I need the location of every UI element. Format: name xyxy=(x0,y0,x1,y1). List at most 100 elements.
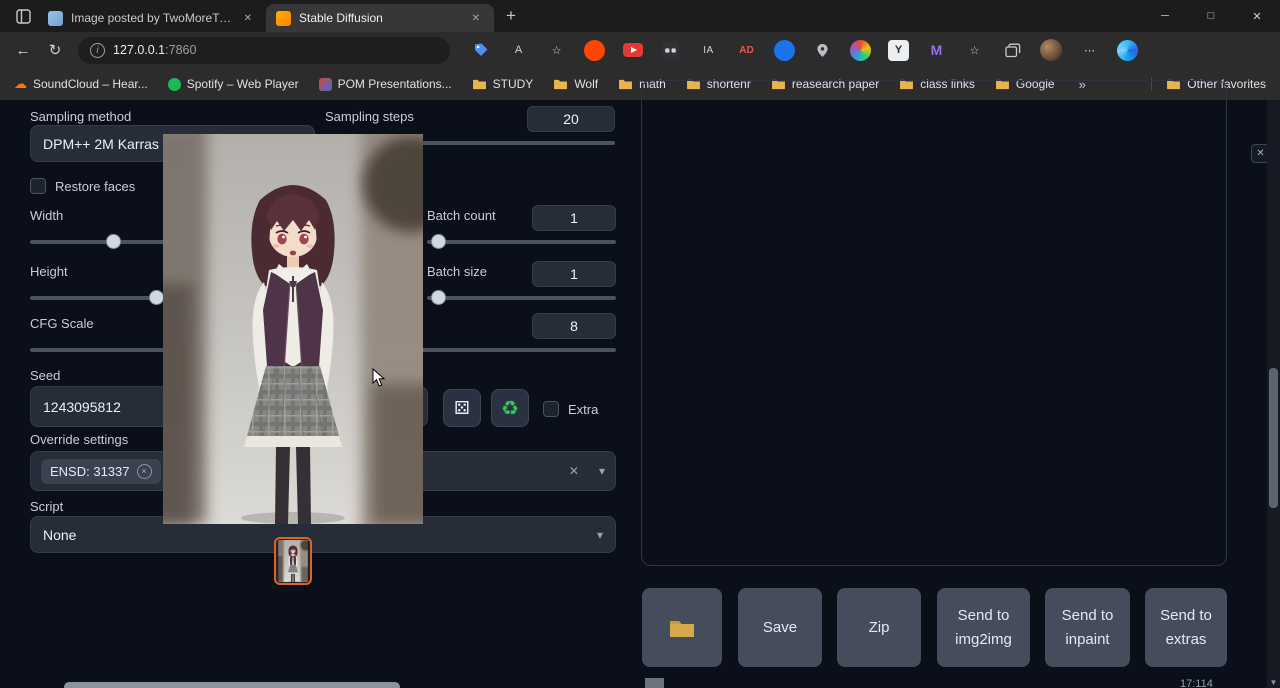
scrollbar-thumb[interactable] xyxy=(1269,368,1278,508)
collections-icon[interactable] xyxy=(1002,40,1023,61)
slider-handle[interactable] xyxy=(431,290,446,305)
slider-handle[interactable] xyxy=(106,234,121,249)
cfg-scale-input[interactable]: 8 xyxy=(532,313,616,339)
override-controls: ✕ ▾ xyxy=(569,464,605,478)
mal-extension-icon[interactable]: M xyxy=(926,40,947,61)
reddit-extension-icon[interactable] xyxy=(584,40,605,61)
checkbox-box[interactable] xyxy=(30,178,46,194)
extensions-row: A ☆ IA AD Y M xyxy=(470,39,1138,61)
maximize-button[interactable]: □ xyxy=(1188,0,1234,32)
ia-extension-icon[interactable]: IA xyxy=(698,40,719,61)
dice-icon: ⚄ xyxy=(454,398,470,419)
script-label: Script xyxy=(30,499,63,514)
batch-count-slider[interactable] xyxy=(427,234,616,249)
send-to-inpaint-button[interactable]: Send to inpaint xyxy=(1045,588,1130,667)
mouse-cursor xyxy=(372,368,386,388)
bookmark-soundcloud[interactable]: ☁SoundCloud – Hear... xyxy=(14,76,148,92)
partial-bottom-text: 17:114 xyxy=(1180,678,1213,688)
bookmark-label: POM Presentations... xyxy=(338,77,452,91)
zip-button[interactable]: Zip xyxy=(837,588,921,667)
generated-image-wrap[interactable] xyxy=(163,134,423,524)
browser-toolbar: ← ↻ i 127.0.0.1:7860 A ☆ xyxy=(0,32,1280,68)
back-button[interactable]: ← xyxy=(10,37,36,63)
tab-favicon-stable-diffusion xyxy=(276,11,291,26)
open-folder-button[interactable] xyxy=(642,588,722,667)
browser-tab-stable-diffusion[interactable]: Stable Diffusion ✕ xyxy=(266,4,494,32)
copilot-icon[interactable] xyxy=(1117,40,1138,61)
send-to-extras-button[interactable]: Send to extras xyxy=(1145,588,1227,667)
thumbnail-image xyxy=(278,540,308,582)
y-extension-icon[interactable]: Y xyxy=(888,40,909,61)
slider-handle[interactable] xyxy=(431,234,446,249)
tab-workspaces-icon[interactable] xyxy=(8,4,38,28)
adblock-extension-icon[interactable]: AD xyxy=(736,40,757,61)
browser-tab-reddit[interactable]: Image posted by TwoMoreTimes ✕ xyxy=(38,4,266,32)
partial-bottom-element xyxy=(645,678,664,688)
tab-close-icon[interactable]: ✕ xyxy=(240,11,256,26)
bookmark-folder-study[interactable]: STUDY xyxy=(472,77,534,91)
slider-track xyxy=(427,240,616,244)
bookmark-folder-wolf[interactable]: Wolf xyxy=(553,77,598,91)
seed-label: Seed xyxy=(30,368,60,383)
minimize-button[interactable]: ─ xyxy=(1142,0,1188,32)
pin-icon xyxy=(816,43,829,58)
url-port: :7860 xyxy=(165,43,196,57)
collections-rects-icon xyxy=(1005,43,1021,58)
bookmark-pom[interactable]: POM Presentations... xyxy=(319,77,452,91)
location-pin-icon[interactable] xyxy=(812,40,833,61)
horizontal-scrollbar-thumb[interactable] xyxy=(64,682,400,688)
script-value: None xyxy=(43,527,76,543)
folder-icon xyxy=(669,618,695,638)
new-tab-button[interactable]: + xyxy=(494,6,528,26)
stable-diffusion-page: Sampling method Sampling steps 20 DPM++ … xyxy=(0,100,1280,688)
youtube-extension-icon[interactable] xyxy=(622,40,643,61)
reuse-seed-button[interactable]: ♻ xyxy=(491,389,529,427)
chevron-down-icon[interactable]: ▾ xyxy=(599,464,605,478)
checkbox-box[interactable] xyxy=(543,401,559,417)
settings-more-icon[interactable]: ⋯ xyxy=(1079,40,1100,61)
tab-close-icon[interactable]: ✕ xyxy=(468,11,484,26)
batch-size-input[interactable]: 1 xyxy=(532,261,616,287)
chip-remove-icon[interactable]: × xyxy=(137,464,152,479)
slider-track xyxy=(427,296,616,300)
profile-avatar[interactable] xyxy=(1040,39,1062,61)
batch-count-input[interactable]: 1 xyxy=(532,205,616,231)
save-button[interactable]: Save xyxy=(738,588,822,667)
clear-override-icon[interactable]: ✕ xyxy=(569,464,579,478)
generated-image[interactable] xyxy=(163,134,423,524)
slider-handle[interactable] xyxy=(149,290,164,305)
address-bar[interactable]: i 127.0.0.1:7860 xyxy=(78,37,450,64)
favorites-bar-star-icon[interactable]: ☆ xyxy=(964,40,985,61)
vertical-scrollbar[interactable]: ▼ xyxy=(1267,100,1280,688)
tampermonkey-extension-icon[interactable] xyxy=(660,40,681,61)
folder-icon xyxy=(472,78,487,90)
batch-size-slider[interactable] xyxy=(427,290,616,305)
override-chip-text: ENSD: 31337 xyxy=(50,464,130,479)
scroll-down-arrow-icon[interactable]: ▼ xyxy=(1267,678,1280,687)
override-chip[interactable]: ENSD: 31337 × xyxy=(41,459,161,484)
read-aloud-icon[interactable]: A xyxy=(508,40,529,61)
close-window-button[interactable]: ✕ xyxy=(1234,0,1280,32)
sampling-steps-label: Sampling steps xyxy=(325,109,414,124)
send-to-img2img-button[interactable]: Send to img2img xyxy=(937,588,1030,667)
spotify-icon xyxy=(168,78,181,91)
add-favorite-star-icon[interactable]: ☆ xyxy=(546,40,567,61)
soundcloud-icon: ☁ xyxy=(14,76,27,92)
sampling-steps-input[interactable]: 20 xyxy=(527,106,615,132)
gallery-thumbnail-selected[interactable] xyxy=(274,537,312,585)
restore-faces-checkbox[interactable]: Restore faces xyxy=(30,178,135,194)
extra-label: Extra xyxy=(568,402,598,417)
refresh-button[interactable]: ↻ xyxy=(42,37,68,63)
extra-seed-checkbox[interactable]: Extra xyxy=(543,401,598,417)
random-seed-button[interactable]: ⚄ xyxy=(443,389,481,427)
blue-extension-icon[interactable] xyxy=(774,40,795,61)
color-wheel-extension-icon[interactable] xyxy=(850,40,871,61)
tab-title: Stable Diffusion xyxy=(299,11,460,25)
override-settings-label: Override settings xyxy=(30,432,128,447)
site-info-icon[interactable]: i xyxy=(90,43,105,58)
sampling-method-label: Sampling method xyxy=(30,109,131,124)
browser-window: Image posted by TwoMoreTimes ✕ Stable Di… xyxy=(0,0,1280,688)
shopping-tag-icon[interactable] xyxy=(470,40,491,61)
bookmark-spotify[interactable]: Spotify – Web Player xyxy=(168,77,299,91)
chevron-down-icon: ▾ xyxy=(597,528,603,542)
